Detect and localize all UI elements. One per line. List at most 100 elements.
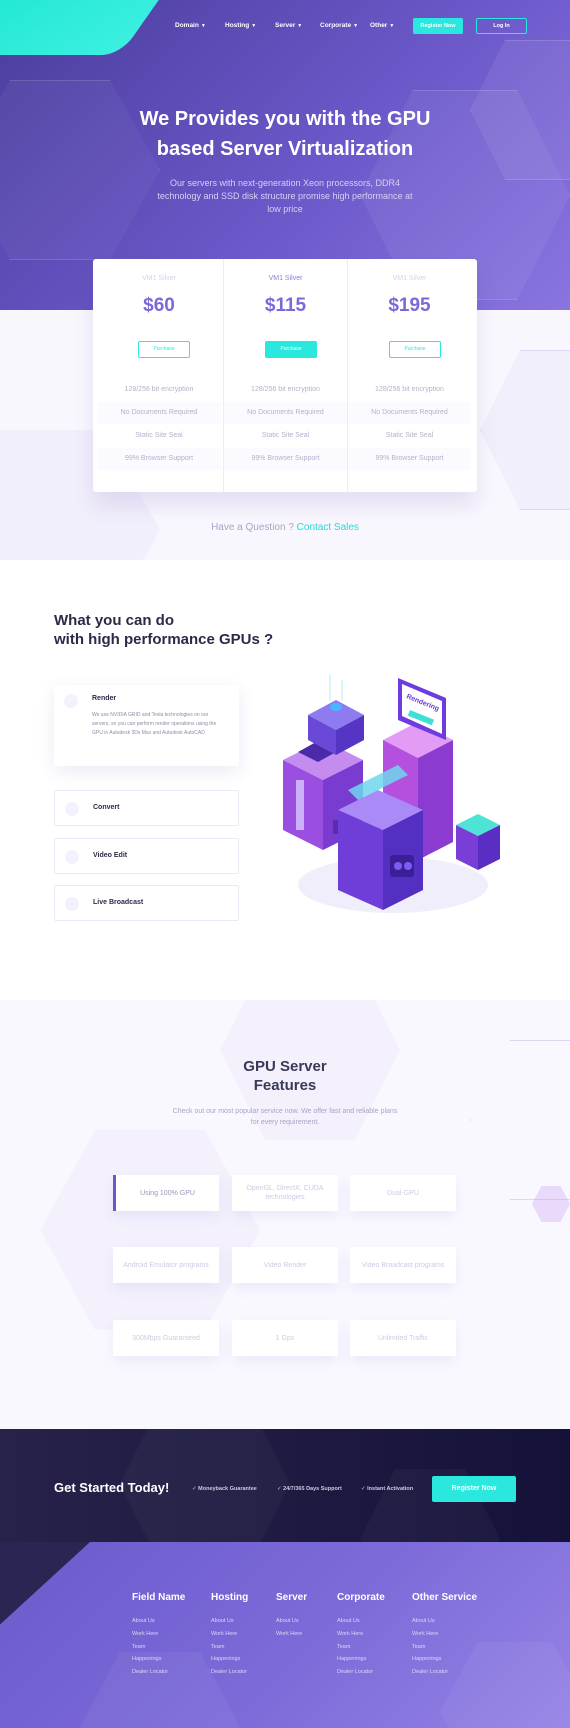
cta-check-item: ✓ 24/7/365 Days Support	[277, 1486, 342, 1492]
footer-link[interactable]: Dealer Locator	[337, 1666, 385, 1679]
plan-feature: No Documents Required	[348, 402, 471, 424]
caret-down-icon: ▼	[200, 22, 206, 29]
check-icon: ✓	[361, 1486, 366, 1492]
plan-feature: No Documents Required	[97, 402, 221, 424]
features-subtitle: Check out our most popular service now. …	[172, 1108, 398, 1126]
caret-down-icon: ▼	[353, 22, 359, 29]
plan-feature: Static Site Seal	[135, 432, 183, 439]
pricing-table: VM1 Silver $60 Purchase 128/256 bit encr…	[93, 259, 477, 492]
caret-down-icon: ▼	[251, 22, 257, 29]
footer-link[interactable]: Dealer Locator	[132, 1666, 185, 1679]
feature-card[interactable]: Android Emulator programs	[113, 1247, 219, 1283]
feature-card[interactable]: 300Mbps Guaranteed	[113, 1320, 219, 1356]
feature-card[interactable]: Dual-GPU	[350, 1175, 456, 1211]
footer-heading: Field Name	[132, 1592, 186, 1603]
nav-item-hosting[interactable]: Hosting ▼	[225, 22, 256, 29]
accordion-title: Convert	[93, 804, 120, 811]
plan-feature: 128/256 bit encryption	[375, 386, 444, 393]
cta-register-button[interactable]: Register Now	[432, 1476, 516, 1502]
accordion-title: Render	[92, 695, 117, 702]
purchase-button[interactable]: Purchase	[138, 341, 190, 358]
cta-check-item: ✓ Instant Activation	[361, 1486, 414, 1492]
footer-link[interactable]: About Us	[412, 1615, 477, 1628]
contact-question: Have a Question ? Contact Sales	[211, 522, 359, 533]
footer-link[interactable]: Happenings	[337, 1653, 385, 1666]
accordion-item-convert[interactable]: Convert	[54, 790, 239, 826]
hexagon-decoration	[480, 350, 570, 510]
login-button[interactable]: Log In	[476, 18, 527, 34]
plan-feature: No Documents Required	[224, 402, 347, 424]
hero-title: We Provides you with the GPU based Serve…	[139, 108, 431, 160]
plan-price: $60	[143, 295, 175, 316]
feature-card[interactable]: 1 Gps	[232, 1320, 338, 1356]
feature-card[interactable]: Unlimited Traffic	[350, 1320, 456, 1356]
footer-link[interactable]: Happenings	[211, 1653, 248, 1666]
footer-heading: Hosting	[211, 1592, 249, 1603]
check-icon: ✓	[277, 1486, 282, 1492]
accordion-title: Video Edit	[93, 852, 128, 859]
footer-heading: Corporate	[337, 1592, 385, 1603]
cta-check-item: ✓ Moneyback Guarantee	[192, 1486, 257, 1492]
plan-feature: 99% Browser Support	[97, 448, 221, 470]
footer-column: Hosting About Us Work Here Team Happenin…	[211, 1592, 248, 1679]
plan-feature: Static Site Seal	[261, 432, 310, 439]
footer-link[interactable]: About Us	[211, 1615, 248, 1628]
accordion-title: Live Broadcast	[93, 899, 144, 906]
hexagon-decoration	[40, 1130, 260, 1330]
accordion-description: We use NVIDIA GRID and Tesla technologie…	[92, 712, 217, 736]
hero-subtitle: Our servers with next-generation Xeon pr…	[157, 178, 413, 214]
features-title: GPU Server Features	[243, 1058, 327, 1094]
footer-corner-decoration	[0, 1542, 90, 1652]
footer-link[interactable]: Dealer Locator	[412, 1666, 477, 1679]
nav-item-other[interactable]: Other ▼	[370, 22, 394, 29]
plan-feature: Static Site Seal	[385, 432, 434, 439]
feature-card[interactable]: OpenGL, DirectX, CUDA technologies	[232, 1175, 338, 1211]
footer-link[interactable]: Work Here	[211, 1628, 248, 1641]
feature-card[interactable]: Video Broadcast programs	[350, 1247, 456, 1283]
plan-name: VM1 Silver	[392, 275, 427, 282]
accordion-item-render[interactable]: Render We use NVIDIA GRID and Tesla tech…	[54, 685, 239, 766]
footer-link[interactable]: Work Here	[132, 1628, 185, 1641]
footer-link[interactable]: Team	[412, 1641, 477, 1654]
plan-price: $115	[264, 295, 307, 316]
footer-column: Other Service About Us Work Here Team Ha…	[412, 1592, 477, 1679]
plan-feature: 99% Browser Support	[348, 448, 471, 470]
footer-link[interactable]: About Us	[337, 1615, 385, 1628]
footer-link[interactable]: About Us	[276, 1615, 307, 1628]
footer-link[interactable]: Dealer Locator	[211, 1666, 248, 1679]
nav-item-domain[interactable]: Domain ▼	[175, 22, 206, 29]
footer-link[interactable]: Happenings	[412, 1653, 477, 1666]
footer-link[interactable]: Work Here	[276, 1628, 307, 1641]
check-icon: ✓	[192, 1486, 197, 1492]
main-nav: Domain ▼ Hosting ▼ Server ▼ Corporate ▼ Othe…	[0, 18, 570, 36]
feature-card[interactable]: Video Render	[232, 1247, 338, 1283]
footer-link[interactable]: Work Here	[337, 1628, 385, 1641]
purchase-button[interactable]: Purchase	[265, 341, 317, 358]
plan-price: $195	[388, 295, 431, 316]
accordion-item-live-broadcast[interactable]: Live Broadcast	[54, 885, 239, 921]
caret-down-icon: ▼	[389, 22, 395, 29]
footer-link[interactable]: Team	[132, 1641, 185, 1654]
accordion-item-video-edit[interactable]: Video Edit	[54, 838, 239, 874]
footer-link[interactable]: Team	[337, 1641, 385, 1654]
footer-link[interactable]: Team	[211, 1641, 248, 1654]
footer-link[interactable]: Work Here	[412, 1628, 477, 1641]
section-title: What you can do with high performance GP…	[54, 612, 274, 648]
pricing-plan: VM1 Silver $115 Purchase 128/256 bit enc…	[223, 259, 347, 492]
footer-column: Corporate About Us Work Here Team Happen…	[337, 1592, 385, 1679]
contact-sales-link[interactable]: Contact Sales	[297, 522, 359, 533]
live-broadcast-icon	[65, 897, 79, 911]
feature-card[interactable]: Using 100% GPU	[113, 1175, 219, 1211]
purchase-button[interactable]: Purchase	[389, 341, 441, 358]
convert-icon	[65, 802, 79, 816]
register-button[interactable]: Register Now	[413, 18, 463, 34]
footer-link[interactable]: Happenings	[132, 1653, 185, 1666]
nav-item-server[interactable]: Server ▼	[275, 22, 302, 29]
plan-feature: 128/256 bit encryption	[251, 386, 320, 393]
footer-column: Field Name About Us Work Here Team Happe…	[132, 1592, 185, 1679]
nav-item-corporate[interactable]: Corporate ▼	[320, 22, 358, 29]
plan-name: VM1 Silver	[268, 275, 303, 282]
plan-name: VM1 Silver	[142, 275, 176, 282]
footer-heading: Other Service	[412, 1592, 478, 1603]
footer-link[interactable]: About Us	[132, 1615, 185, 1628]
